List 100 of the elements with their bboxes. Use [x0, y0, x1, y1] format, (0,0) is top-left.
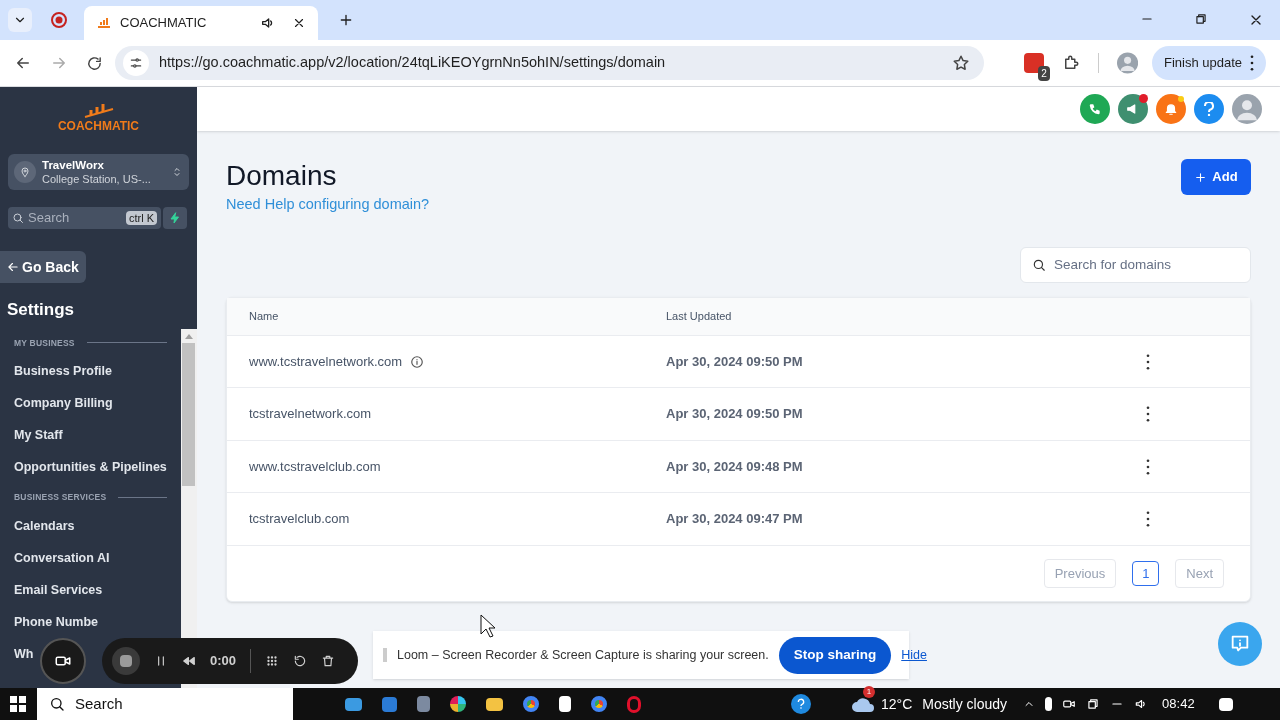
- notifications-button[interactable]: [1156, 94, 1186, 124]
- stop-recording-button[interactable]: [112, 647, 140, 675]
- question-icon: [1203, 102, 1215, 116]
- domain-name: www.tcstravelnetwork.com: [249, 352, 403, 371]
- row-menu-button[interactable]: [1146, 458, 1150, 475]
- domain-search-field[interactable]: Search for domains: [1020, 246, 1251, 283]
- row-menu-button[interactable]: [1146, 353, 1150, 370]
- row-menu-button[interactable]: [1146, 406, 1150, 422]
- profile-avatar[interactable]: [1116, 52, 1138, 74]
- more-icon: [1146, 458, 1150, 475]
- page-button[interactable]: 1: [1132, 560, 1160, 586]
- notification-center-button[interactable]: [1218, 697, 1233, 711]
- site-settings-icon: [129, 56, 143, 70]
- sidebar-item[interactable]: Email Services: [14, 580, 103, 600]
- user-avatar[interactable]: [1232, 94, 1262, 124]
- delete-button[interactable]: [321, 654, 336, 668]
- clock[interactable]: 08:42: [1162, 694, 1195, 714]
- scroll-up-icon: [184, 332, 193, 339]
- rewind-button[interactable]: [182, 654, 196, 668]
- section-heading: MY BUSINESS: [14, 336, 75, 350]
- sidebar-search-field[interactable]: Search ctrl K: [8, 207, 161, 229]
- location-icon: [19, 166, 31, 178]
- search-icon: [49, 696, 65, 712]
- location-address: College Station, US-...: [42, 172, 152, 186]
- more-icon: [1146, 353, 1150, 370]
- add-button[interactable]: Add: [1181, 159, 1251, 195]
- sidebar-item[interactable]: Wh: [14, 644, 34, 664]
- scrollbar-thumb[interactable]: [182, 342, 196, 486]
- opera-app-icon[interactable]: [627, 695, 641, 713]
- reload-icon: [86, 54, 103, 72]
- call-button[interactable]: [1080, 94, 1110, 124]
- search-icon: [12, 212, 24, 224]
- location-switcher[interactable]: TravelWorx College Station, US-...: [8, 154, 189, 190]
- last-updated: Apr 30, 2024 09:48 PM: [666, 457, 804, 476]
- new-tab-button[interactable]: [338, 12, 354, 28]
- row-menu-button[interactable]: [1146, 511, 1150, 527]
- page-title: Domains: [226, 159, 338, 193]
- column-header: Name: [249, 309, 280, 324]
- chrome-app-icon[interactable]: [523, 696, 539, 712]
- microphone-icon[interactable]: [1045, 697, 1053, 711]
- browser-tab[interactable]: COACHMATIC: [84, 6, 318, 40]
- reload-button[interactable]: [86, 54, 103, 72]
- restore-icon: [1194, 12, 1208, 26]
- temperature: 12°C: [881, 694, 913, 714]
- record-icon[interactable]: [50, 11, 68, 29]
- calendar-app-icon[interactable]: [382, 696, 397, 712]
- hide-link[interactable]: Hide: [901, 645, 927, 665]
- star-icon: [951, 54, 970, 72]
- extension-badge: 2: [1038, 66, 1050, 81]
- help-button[interactable]: [1194, 94, 1224, 124]
- updown-icon: [171, 166, 183, 178]
- close-icon: [292, 16, 306, 30]
- info-icon: [410, 354, 425, 369]
- question-icon: [797, 698, 805, 710]
- cloud-icon: [851, 696, 875, 712]
- last-updated: Apr 30, 2024 09:47 PM: [666, 510, 804, 529]
- brand-name: COACHMATIC: [57, 119, 140, 133]
- sidebar-item[interactable]: Phone Numbe: [14, 612, 99, 632]
- sidebar-item[interactable]: Opportunities & Pipelines: [14, 457, 167, 477]
- sidebar-item[interactable]: My Staff: [14, 425, 63, 445]
- search-icon: [1032, 257, 1046, 272]
- go-back-button[interactable]: Go Back: [0, 251, 86, 283]
- domain-name: tcstravelnetwork.com: [249, 405, 372, 424]
- announcements-button[interactable]: [1118, 94, 1148, 124]
- domain-name: www.tcstravelclub.com: [249, 457, 381, 476]
- slack-app-icon[interactable]: [450, 696, 466, 712]
- chrome-app-icon[interactable]: [591, 696, 607, 712]
- section-heading: BUSINESS SERVICES: [14, 491, 107, 504]
- sharing-message: Loom – Screen Recorder & Screen Capture is sharing your screen.: [397, 646, 769, 664]
- calculator-app-icon[interactable]: [417, 696, 430, 712]
- tab-list-button[interactable]: [8, 8, 32, 32]
- support-chat-button[interactable]: [1218, 622, 1262, 666]
- finish-update-button[interactable]: Finish update: [1151, 46, 1266, 80]
- restart-button[interactable]: [293, 654, 308, 668]
- bell-icon: [1164, 102, 1178, 116]
- drag-handle[interactable]: [383, 648, 387, 662]
- drag-handle[interactable]: [265, 654, 280, 668]
- grid-icon: [265, 654, 280, 668]
- address-bar[interactable]: https://go.coachmatic.app/v2/location/24tqLiKEOYgrnNn5ohIN/settings/domain: [115, 46, 984, 80]
- restart-icon: [293, 654, 308, 668]
- sidebar-item[interactable]: Calendars: [14, 516, 75, 536]
- more-icon: [1146, 511, 1150, 527]
- back-arrow-icon: [6, 260, 20, 274]
- phone-icon: [1088, 102, 1102, 116]
- sidebar-item[interactable]: Conversation AI: [14, 548, 110, 568]
- stop-sharing-button[interactable]: Stop sharing: [778, 636, 892, 674]
- help-app-icon[interactable]: [791, 694, 811, 714]
- sidebar-item[interactable]: Business Profile: [14, 361, 112, 381]
- trash-icon: [321, 654, 336, 668]
- settings-title: Settings: [7, 299, 76, 321]
- location-name: TravelWorx: [42, 158, 105, 172]
- taskbar-search-field[interactable]: Search: [37, 688, 293, 720]
- file-app-icon[interactable]: [559, 696, 571, 712]
- sidebar-item[interactable]: Company Billing: [14, 393, 113, 413]
- folder-app-icon[interactable]: [486, 697, 503, 711]
- mail-app-icon[interactable]: [345, 697, 362, 711]
- last-updated: Apr 30, 2024 09:50 PM: [666, 352, 804, 371]
- shortcut-hint: ctrl K: [125, 211, 157, 225]
- start-icon[interactable]: [10, 696, 26, 712]
- quick-action-button[interactable]: [163, 207, 187, 229]
